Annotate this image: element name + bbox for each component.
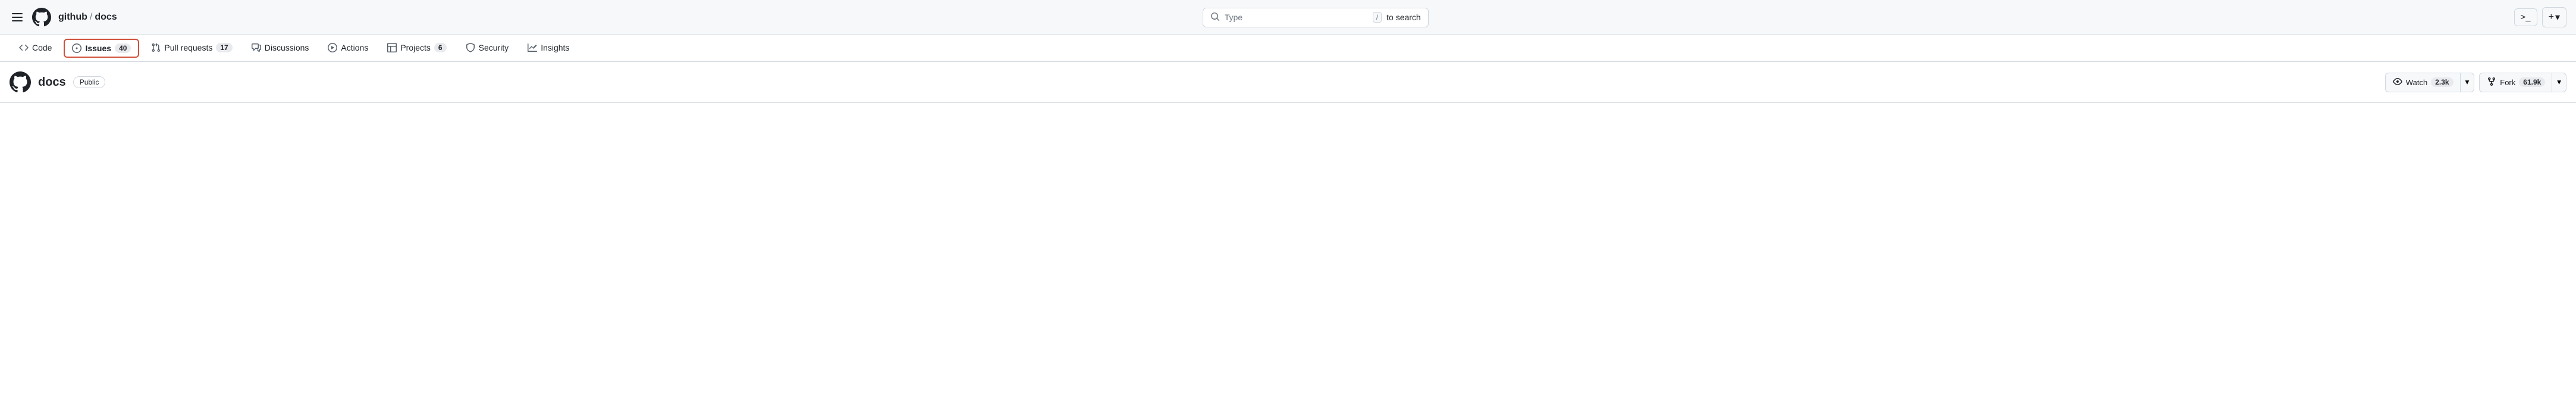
new-button[interactable]: + ▾ [2542, 7, 2566, 27]
hamburger-line-1 [12, 13, 23, 14]
tab-pull-requests[interactable]: Pull requests 17 [142, 36, 241, 61]
repo-action-buttons: Watch 2.3k ▾ Fork 61.9k ▾ [2385, 73, 2566, 92]
repo-tabs: Code Issues 40 Pull requests 17 Discussi… [0, 35, 2576, 62]
search-bar[interactable]: Type / to search [1203, 8, 1429, 27]
breadcrumb-separator: / [90, 12, 92, 23]
insights-icon [528, 43, 537, 52]
search-placeholder-text: Type [1225, 13, 1368, 22]
terminal-button[interactable]: >_ [2514, 8, 2537, 26]
pr-icon [151, 43, 161, 52]
eye-icon [2393, 77, 2402, 88]
fork-button-group: Fork 61.9k ▾ [2479, 73, 2566, 92]
repo-name-text[interactable]: docs [38, 76, 66, 89]
breadcrumb: github / docs [58, 12, 117, 23]
github-logo-icon[interactable] [32, 8, 51, 27]
fork-icon [2487, 77, 2496, 88]
search-suffix-text: to search [1386, 13, 1421, 22]
breadcrumb-repo[interactable]: docs [95, 12, 117, 23]
hamburger-line-2 [12, 17, 23, 18]
watch-button[interactable]: Watch 2.3k [2385, 73, 2461, 92]
tab-code[interactable]: Code [10, 36, 61, 61]
tab-projects-label: Projects [400, 43, 431, 52]
tab-security-label: Security [479, 43, 509, 52]
tab-actions-label: Actions [341, 43, 368, 52]
tab-insights[interactable]: Insights [518, 36, 579, 61]
hamburger-line-3 [12, 20, 23, 21]
tab-code-label: Code [32, 43, 52, 52]
breadcrumb-owner[interactable]: github [58, 12, 87, 23]
tab-insights-label: Insights [541, 43, 569, 52]
security-icon [466, 43, 475, 52]
watch-dropdown-button[interactable]: ▾ [2460, 73, 2475, 92]
tab-issues[interactable]: Issues 40 [64, 39, 139, 58]
topbar-left: github / docs [10, 8, 117, 27]
fork-label: Fork [2500, 78, 2515, 87]
watch-label: Watch [2406, 78, 2427, 87]
projects-badge: 6 [434, 43, 447, 52]
tab-projects[interactable]: Projects 6 [378, 36, 456, 61]
fork-count: 61.9k [2519, 77, 2545, 87]
tab-pr-label: Pull requests [164, 43, 212, 52]
actions-icon [328, 43, 337, 52]
hamburger-button[interactable] [10, 11, 25, 24]
repo-title-area: docs Public [10, 71, 105, 93]
fork-chevron-icon: ▾ [2557, 77, 2561, 87]
fork-button[interactable]: Fork 61.9k [2479, 73, 2552, 92]
code-icon [19, 43, 29, 52]
new-chevron-icon: ▾ [2555, 11, 2560, 23]
watch-count: 2.3k [2431, 77, 2453, 87]
discussions-icon [252, 43, 261, 52]
tab-discussions[interactable]: Discussions [242, 36, 319, 61]
visibility-badge: Public [73, 76, 106, 88]
issues-badge: 40 [115, 43, 131, 53]
repo-logo-icon [10, 71, 31, 93]
tab-discussions-label: Discussions [265, 43, 309, 52]
search-icon [1210, 12, 1220, 23]
fork-dropdown-button[interactable]: ▾ [2552, 73, 2566, 92]
pr-badge: 17 [216, 43, 232, 52]
topbar: github / docs Type / to search >_ + ▾ [0, 0, 2576, 35]
plus-icon: + [2549, 12, 2554, 23]
tab-security[interactable]: Security [456, 36, 519, 61]
projects-icon [387, 43, 397, 52]
watch-chevron-icon: ▾ [2465, 77, 2470, 87]
issue-icon [72, 43, 81, 53]
topbar-center: Type / to search [124, 8, 2507, 27]
repo-header: docs Public Watch 2.3k ▾ [0, 62, 2576, 103]
search-slash-badge: / [1373, 12, 1382, 23]
tab-issues-label: Issues [85, 43, 111, 53]
watch-button-group: Watch 2.3k ▾ [2385, 73, 2474, 92]
topbar-right: >_ + ▾ [2514, 7, 2566, 27]
tab-actions[interactable]: Actions [318, 36, 378, 61]
